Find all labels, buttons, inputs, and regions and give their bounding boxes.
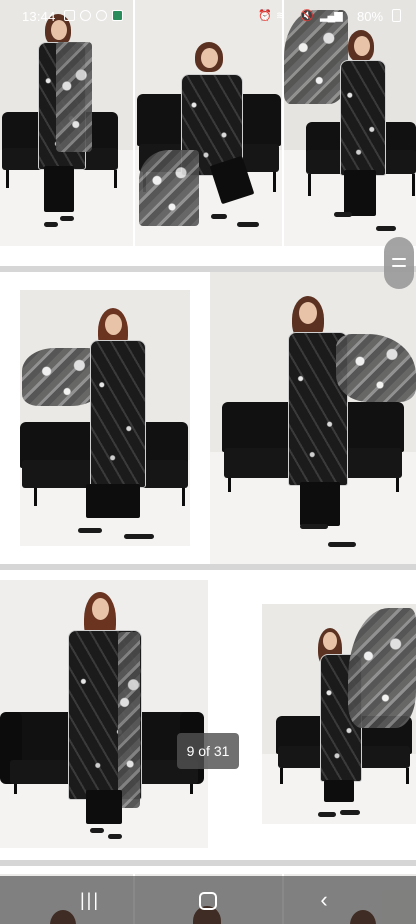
fast-scroll-handle[interactable] <box>384 237 414 289</box>
signal-icon: ▂▄▆ <box>320 10 343 22</box>
battery-level: 80% <box>357 9 384 24</box>
page-counter: 9 of 31 <box>177 733 239 769</box>
product-photo[interactable] <box>210 272 416 564</box>
product-image-card-3[interactable] <box>0 570 416 860</box>
product-image-card-2[interactable] <box>0 272 416 564</box>
gallery-icon <box>64 10 75 21</box>
battery-icon <box>392 9 401 22</box>
volume-icon: 🔇 <box>300 10 314 22</box>
home-icon[interactable] <box>188 884 228 916</box>
alarm-icon: ⏰ <box>258 10 272 22</box>
product-photo[interactable] <box>0 580 208 848</box>
app-icon <box>112 10 123 21</box>
product-photo[interactable] <box>284 0 416 246</box>
whatsapp-icon <box>96 10 107 21</box>
back-icon[interactable]: ‹ <box>304 884 344 916</box>
system-navigation-bar: ||| ‹ <box>0 876 416 924</box>
status-time: 13:44 <box>22 9 56 24</box>
product-photo[interactable] <box>262 604 416 824</box>
product-photo[interactable] <box>20 290 190 546</box>
message-icon <box>80 10 91 21</box>
product-image-card-1[interactable] <box>0 0 416 266</box>
product-photo[interactable] <box>135 0 282 246</box>
recents-icon[interactable]: ||| <box>70 884 110 916</box>
product-photo[interactable] <box>0 0 133 246</box>
status-bar: 13:44 ⏰ ≋ 🔇 ▂▄▆ 80% <box>0 0 416 32</box>
wifi-icon: ≋ <box>276 10 286 22</box>
